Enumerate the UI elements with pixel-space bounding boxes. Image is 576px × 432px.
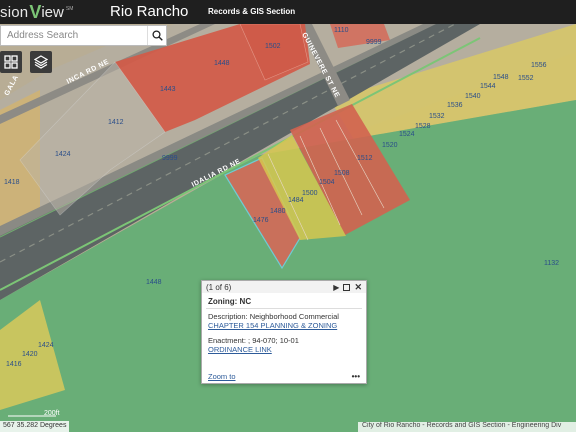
logo-v: V [29,1,42,22]
parcel-number: 9999 [366,39,382,46]
parcel-number: 1416 [6,361,22,368]
popup-counter: (1 of 6) [206,282,232,292]
address-search [0,25,167,46]
parcel-number: 1528 [415,123,431,130]
description-value: Neighborhood Commercial [249,312,339,321]
feature-popup: (1 of 6) ▶ ✕ Zoning: NC Description: Nei… [201,280,367,384]
popup-divider [206,308,362,309]
parcel-number: 1500 [302,190,318,197]
parcel-number: 1536 [447,102,463,109]
search-icon [151,30,163,41]
popup-title: Zoning: NC [208,297,252,306]
app-header: sion V iew SM Rio Rancho Records & GIS S… [0,0,576,24]
parcel-number: 1524 [399,131,415,138]
enactment-label: Enactment: [208,336,246,345]
parcel-number: 1512 [357,155,373,162]
city-title: Rio Rancho [110,3,189,20]
logo-prefix: sion [0,3,29,21]
more-actions-icon[interactable]: ••• [352,372,360,381]
app-logo[interactable]: sion V iew SM [0,0,73,24]
parcel-number: 1502 [265,43,281,50]
map-attribution: City of Rio Rancho - Records and GIS Sec… [358,422,576,432]
parcel-number: 1448 [214,60,230,67]
coordinates-readout: 567 35.282 Degrees [0,421,70,432]
close-icon[interactable]: ✕ [354,282,362,293]
parcel-number: 1504 [319,179,335,186]
chapter-link[interactable]: CHAPTER 154 PLANNING & ZONING [202,321,366,330]
parcel-number: 1448 [146,279,162,286]
parcel-number: 1420 [22,351,38,358]
scale-label: 200ft [44,410,60,417]
parcel-number: 1508 [334,170,350,177]
parcel-number: 1424 [38,342,54,349]
parcel-number: 1540 [465,93,481,100]
parcel-number: 9999 [162,155,178,162]
basemap-gallery-button[interactable] [0,51,22,73]
parcel-number: 1520 [382,142,398,149]
logo-mark: SM [65,6,74,12]
parcel-number: 1443 [160,86,176,93]
description-label: Description: [208,312,248,321]
search-input[interactable] [1,26,147,45]
search-button[interactable] [147,26,166,45]
parcel-number: 1548 [493,74,509,81]
logo-suffix: iew [41,3,64,21]
parcel-number: 1552 [518,75,534,82]
parcel-number: 1412 [108,119,124,126]
parcel-number: 1132 [544,260,559,267]
zoom-to-link[interactable]: Zoom to [208,372,236,381]
parcel-number: 1544 [480,83,496,90]
layers-icon [34,55,48,69]
maximize-icon[interactable] [343,283,351,291]
parcel-number: 1418 [4,179,20,186]
parcel-number: 1476 [253,217,269,224]
next-feature-icon[interactable]: ▶ [333,283,339,292]
parcel-number: 1556 [531,62,547,69]
parcel-number: 1110 [334,27,349,34]
layer-list-button[interactable] [30,51,52,73]
ordinance-link[interactable]: ORDINANCE LINK [202,345,366,354]
parcel-number: 1484 [288,197,304,204]
popup-footer: Zoom to ••• [202,369,366,383]
popup-header: (1 of 6) ▶ ✕ [202,281,366,293]
parcel-number: 1480 [270,208,286,215]
section-title: Records & GIS Section [208,7,296,16]
enactment-value: ; 94-070; 10-01 [248,336,299,345]
grid-icon [4,55,18,69]
parcel-number: 1424 [55,151,71,158]
parcel-number: 1532 [429,113,445,120]
